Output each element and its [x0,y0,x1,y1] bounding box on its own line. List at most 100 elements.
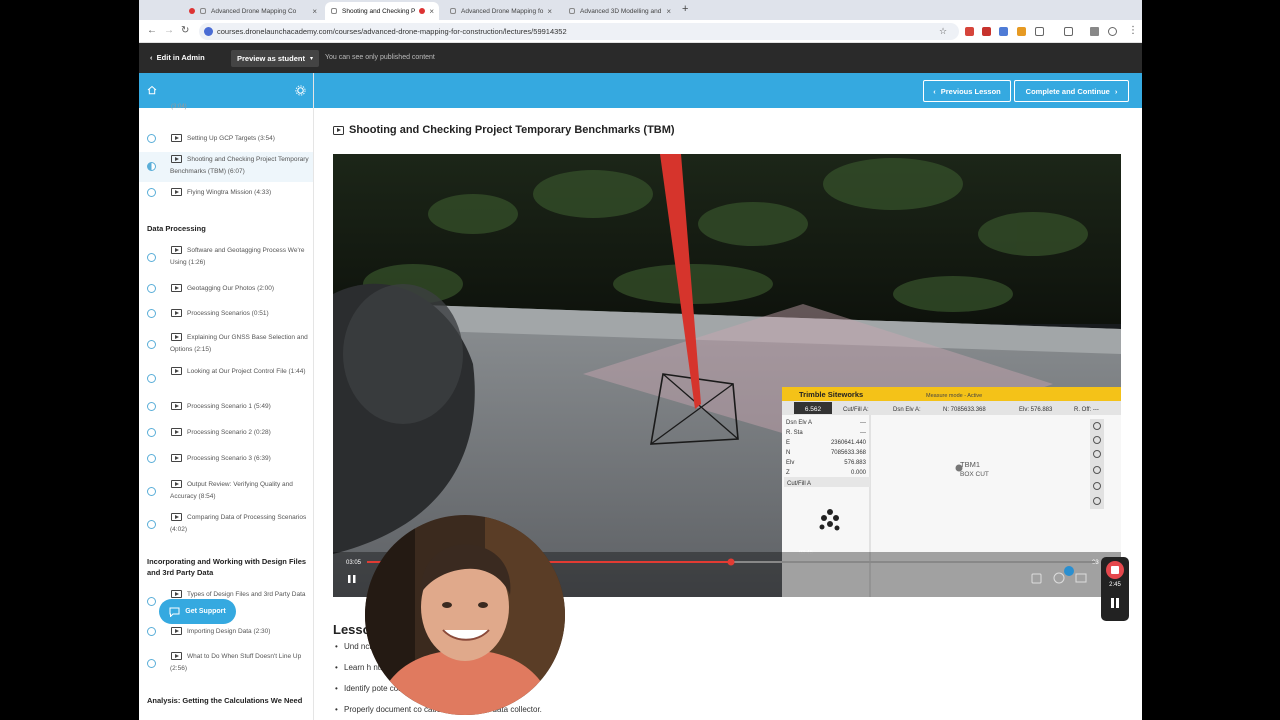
home-icon[interactable] [147,85,157,95]
stop-recording-button[interactable] [1106,561,1124,579]
chevron-left-icon: ‹ [933,86,936,96]
close-tab-icon[interactable]: × [662,7,671,16]
edit-in-admin-link[interactable]: ‹ Edit in Admin [150,53,205,62]
tab-strip: Advanced Drone Mapping Co × Shooting and… [139,0,1142,20]
extension-icon[interactable] [1017,27,1026,36]
previous-lesson-button[interactable]: ‹ Previous Lesson [923,80,1011,102]
siteworks-row-value: --- [860,420,866,426]
complete-and-continue-button[interactable]: Complete and Continue › [1014,80,1129,102]
extension-icon[interactable] [982,27,991,36]
screenshot-icon[interactable] [1064,27,1073,36]
tab-0[interactable]: Advanced Drone Mapping Co × [183,2,323,20]
published-notice: You can see only published content [325,54,435,61]
lesson-item[interactable]: Output Review: Verifying Quality and Acc… [139,477,313,507]
profile-avatar-icon[interactable] [1108,27,1117,36]
section-title: Incorporating and Working with Design Fi… [147,557,307,577]
lesson-label: Processing Scenario 2 (0:28) [187,429,271,436]
bookmark-star-icon[interactable]: ☆ [939,26,947,37]
translate-icon[interactable] [1090,27,1099,36]
reload-icon[interactable]: ↻ [181,25,189,36]
lesson-item-current[interactable]: Shooting and Checking Project Temporary … [139,152,313,182]
lesson-label: Importing Design Data (2:30) [187,628,271,635]
close-tab-icon[interactable]: × [543,7,552,16]
tab-label: Shooting and Checking P [342,7,416,15]
siteworks-row-key: N [786,450,790,456]
recording-dot-icon [189,8,195,14]
tripod-shadow [343,284,463,424]
close-tab-icon[interactable]: × [425,7,434,16]
progress-knob[interactable] [727,558,735,566]
address-bar-row: ← → ↻ courses.dronelaunchacademy.com/cou… [139,20,1142,43]
lesson-label: Explaining Our GNSS Base Selection and O… [170,334,308,353]
tab-1-active[interactable]: Shooting and Checking P × [325,2,439,20]
lesson-label: Processing Scenarios (0:51) [187,310,269,317]
preview-as-student-dropdown[interactable]: Preview as student ▾ [231,50,319,67]
progress-circle-icon [147,134,156,143]
lesson-item[interactable]: Setting Up GCP Targets (3:54) [139,126,313,152]
chevron-right-icon: › [1114,86,1118,96]
lesson-item[interactable]: Geotagging Our Photos (2:00) [139,280,313,298]
progress-circle-icon [147,340,156,349]
lesson-label: Shooting and Checking Project Temporary … [170,156,309,175]
progress-circle-icon [147,597,156,606]
lesson-header-bar: ‹ Previous Lesson Complete and Continue … [314,73,1142,108]
siteworks-row-value: --- [860,430,866,436]
progress-circle-icon [147,309,156,318]
extension-icon[interactable] [999,27,1008,36]
lesson-label: Geotagging Our Photos (2:00) [187,285,275,292]
edit-in-admin-label: Edit in Admin [156,53,205,62]
progress-circle-icon [147,188,156,197]
lesson-item[interactable]: What to Do When Stuff Doesn't Line Up (2… [139,649,313,679]
gear-icon[interactable] [295,85,306,96]
lesson-item[interactable]: Processing Scenario 3 (6:39) [139,450,313,468]
clipped-duration: (3:04) [171,104,187,110]
kebab-menu-icon[interactable]: ⋮ [1128,25,1138,36]
admin-bar: ‹ Edit in Admin Preview as student ▾ You… [139,43,1142,73]
elev-box-value: 6.562 [805,406,822,413]
progress-circle-icon [147,487,156,496]
pause-recording-button[interactable] [1110,598,1120,608]
chat-bubble-icon [169,607,180,617]
tab-3[interactable]: Advanced 3D Modelling and × [563,2,677,20]
close-tab-icon[interactable]: × [308,7,317,16]
new-tab-icon[interactable]: + [682,3,688,15]
extension-icon[interactable] [965,27,974,36]
field-elevation: Elv: 576.883 [1019,407,1053,413]
siteworks-row-key: Z [786,470,790,476]
presenter-image [365,515,565,715]
site-info-icon[interactable] [204,27,213,36]
lesson-title: Shooting and Checking Project Temporary … [333,124,675,136]
section-title: Analysis: Getting the Calculations We Ne… [147,696,303,705]
field-r-off: R. Off: --- [1074,407,1099,413]
tab-label: Advanced Drone Mapping fo [461,7,544,15]
progress-circle-icon [147,402,156,411]
lesson-label: Looking at Our Project Control File (1:4… [187,368,306,375]
back-arrow-icon[interactable]: ← [147,25,157,36]
lesson-item[interactable]: Flying Wingtra Mission (4:33) [139,184,313,202]
lesson-item[interactable]: Explaining Our GNSS Base Selection and O… [139,330,313,360]
puzzle-extensions-icon[interactable] [1035,27,1044,36]
tab-2[interactable]: Advanced Drone Mapping fo × [444,2,558,20]
lesson-item[interactable]: Processing Scenario 1 (5:49) [139,398,313,416]
siteworks-row-key: Elv [786,460,794,466]
lesson-item[interactable]: Looking at Our Project Control File (1:4… [139,364,313,394]
tbm-sub-label: BOX CUT [960,471,989,478]
section-title: Data Processing [147,224,206,233]
siteworks-row-key: E [786,440,790,446]
lesson-item[interactable]: Comparing Data of Processing Scenarios (… [139,510,313,540]
lesson-item[interactable]: Processing Scenarios (0:51) [139,305,313,323]
siteworks-row-key: Dsn Elv A [786,420,812,426]
get-support-button[interactable]: Get Support [159,599,236,624]
lesson-item[interactable]: Importing Design Data (2:30) [139,623,313,641]
url-input[interactable]: courses.dronelaunchacademy.com/courses/a… [199,23,959,40]
screen-recorder-widget: 2:45 [1101,557,1129,621]
lesson-item[interactable]: Software and Geotagging Process We're Us… [139,243,313,273]
site-favicon-icon [331,8,337,14]
sidebar-header [139,73,313,108]
forward-arrow-icon[interactable]: → [164,25,174,36]
lesson-title-text: Shooting and Checking Project Temporary … [349,124,675,136]
recording-time: 2:45 [1109,582,1121,588]
lesson-label: Comparing Data of Processing Scenarios (… [170,514,307,533]
lesson-item[interactable]: Processing Scenario 2 (0:28) [139,424,313,442]
url-text: courses.dronelaunchacademy.com/courses/a… [217,27,567,36]
